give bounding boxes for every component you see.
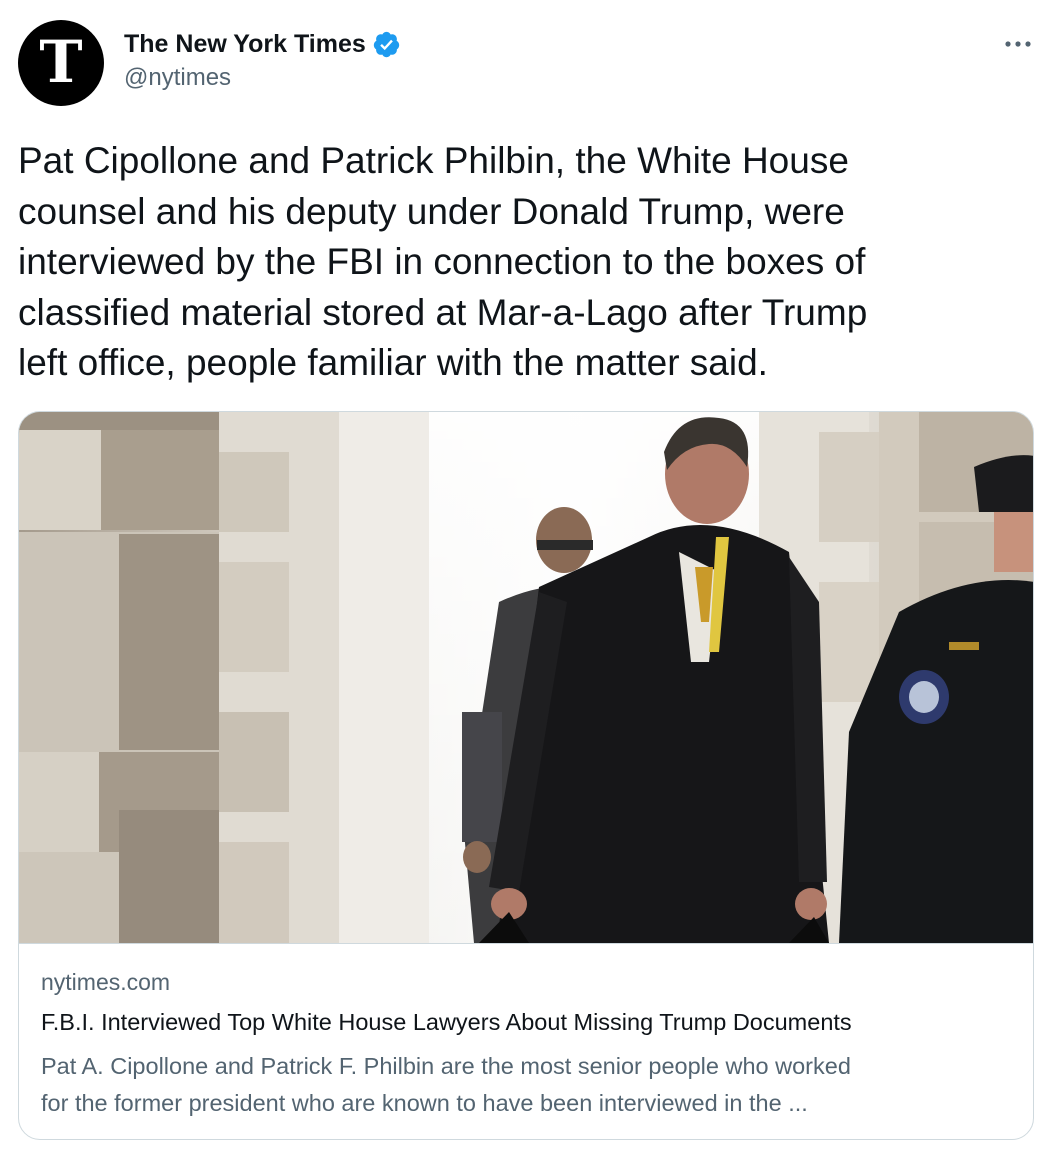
author-name-label: The New York Times xyxy=(124,29,366,58)
author-avatar[interactable]: T xyxy=(18,20,104,106)
tweet-text-line: left office, people familiar with the ma… xyxy=(18,342,768,383)
verified-badge-icon xyxy=(373,31,399,57)
link-preview-card[interactable]: nytimes.com F.B.I. Interviewed Top White… xyxy=(18,411,1034,1140)
more-horizontal-icon[interactable] xyxy=(1000,30,1036,58)
card-domain: nytimes.com xyxy=(41,969,171,995)
tweet-text: Pat Cipollone and Patrick Philbin, the W… xyxy=(18,136,1034,389)
card-description-line: Pat A. Cipollone and Patrick F. Philbin … xyxy=(41,1053,851,1079)
card-description: Pat A. Cipollone and Patrick F. Philbin … xyxy=(41,1048,1001,1122)
card-title: F.B.I. Interviewed Top White House Lawye… xyxy=(41,1009,852,1035)
tweet-text-line: Pat Cipollone and Patrick Philbin, the W… xyxy=(18,140,849,181)
tweet-text-line: counsel and his deputy under Donald Trum… xyxy=(18,190,845,232)
nyt-logo-icon: T xyxy=(39,28,83,96)
author-handle[interactable]: @nytimes xyxy=(124,64,231,92)
card-description-line: for the former president who are known t… xyxy=(41,1090,808,1116)
tweet-text-line: interviewed by the FBI in connection to … xyxy=(18,241,866,282)
card-divider xyxy=(19,943,1033,944)
author-display-name[interactable]: The New York Times xyxy=(124,28,401,60)
tweet-text-line: classified material stored at Mar-a-Lago… xyxy=(18,291,868,333)
article-photo xyxy=(19,412,1033,943)
